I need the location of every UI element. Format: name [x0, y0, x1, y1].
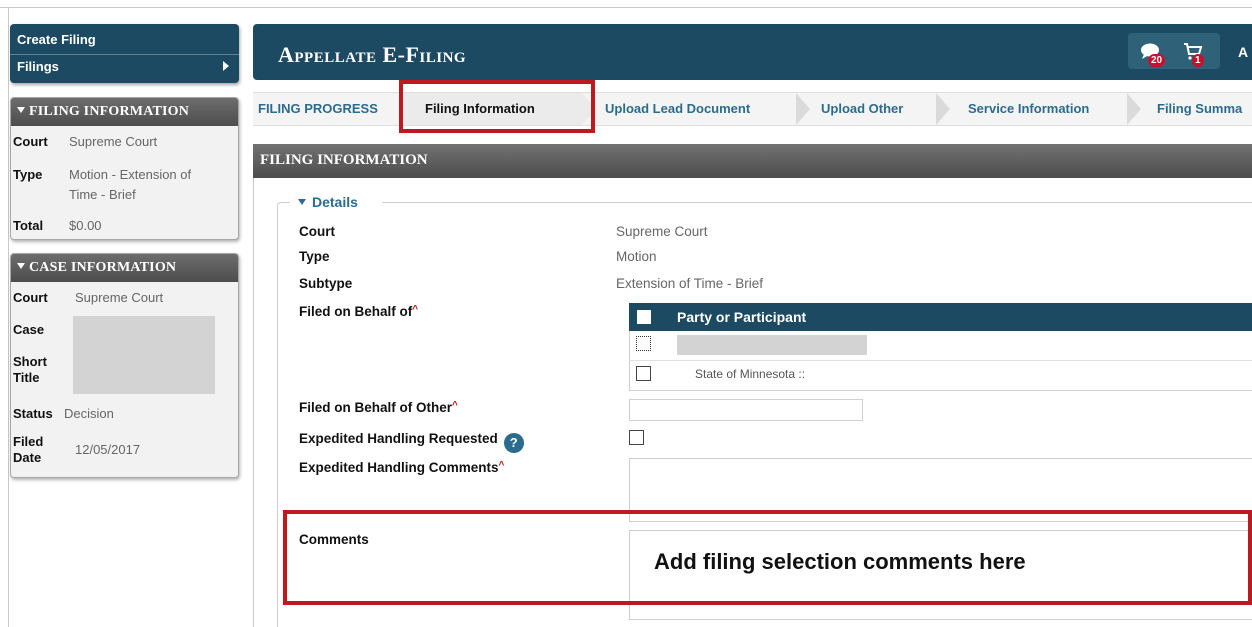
- expedited-handling-checkbox[interactable]: [629, 430, 644, 445]
- filed-date-key-line2: Date: [13, 450, 42, 465]
- subtype-value: Extension of Time - Brief: [616, 276, 764, 291]
- section-title: FILING INFORMATION: [260, 152, 428, 168]
- select-all-parties-checkbox[interactable]: [637, 310, 651, 324]
- highlight-box-current-step: [399, 80, 595, 133]
- collapse-triangle-icon: [298, 199, 306, 205]
- filing-type-key: Type: [13, 167, 43, 182]
- filed-date-value: 12/05/2017: [75, 442, 141, 457]
- filings-link[interactable]: Filings: [17, 59, 59, 74]
- details-toggle[interactable]: Details: [298, 194, 358, 210]
- case-info-panel-header[interactable]: CASE INFORMATION: [11, 254, 238, 282]
- case-court-value: Supreme Court: [75, 290, 164, 305]
- expedited-comments-label: Expedited Handling Comments^: [299, 460, 504, 475]
- expedited-comments-label-text: Expedited Handling Comments: [299, 460, 499, 475]
- cart-count-badge: 1: [1192, 54, 1204, 67]
- subtype-label: Subtype: [299, 276, 353, 291]
- step-filing-summary[interactable]: Filing Summa: [1157, 101, 1242, 116]
- short-title-key-line2: Title: [13, 370, 40, 385]
- main-nav: Create Filing Filings: [10, 24, 239, 83]
- highlight-box-comments: [283, 510, 1252, 605]
- messages-count-badge: 20: [1148, 54, 1166, 67]
- party-row-2-checkbox[interactable]: [636, 366, 651, 381]
- filed-on-behalf-other-label-text: Filed on Behalf of Other: [299, 400, 453, 415]
- party-row-divider: [629, 360, 1252, 361]
- window-left-edge: [0, 8, 9, 627]
- filing-info-panel-header[interactable]: FILING INFORMATION: [11, 98, 238, 126]
- case-status-value: Decision: [64, 406, 114, 421]
- create-filing-link[interactable]: Create Filing: [17, 32, 96, 47]
- expedited-handling-label-text: Expedited Handling Requested: [299, 431, 498, 446]
- app-title-text: Appellate E-Filing: [278, 42, 467, 67]
- party-row-1-checkbox[interactable]: [636, 336, 651, 351]
- case-court-key: Court: [13, 290, 48, 305]
- step-separator-chevron: [936, 93, 950, 125]
- filed-on-behalf-other-label: Filed on Behalf of Other^: [299, 400, 458, 415]
- step-service-information[interactable]: Service Information: [968, 101, 1089, 116]
- collapse-triangle-icon: [17, 107, 25, 113]
- filing-progress-label: FILING PROGRESS: [258, 101, 378, 116]
- step-upload-other[interactable]: Upload Other: [821, 101, 903, 116]
- filed-date-key-line1: Filed: [13, 434, 44, 449]
- party-column-header: Party or Participant: [677, 309, 807, 325]
- court-value: Supreme Court: [616, 224, 708, 239]
- party-row-2-name: State of Minnesota ::: [695, 367, 806, 381]
- court-label: Court: [299, 224, 335, 239]
- filing-total-key: Total: [13, 218, 44, 233]
- step-separator-chevron: [796, 93, 810, 125]
- case-info-panel-title: CASE INFORMATION: [29, 260, 177, 275]
- type-value: Motion: [616, 249, 657, 264]
- type-label: Type: [299, 249, 330, 264]
- required-marker: ^: [498, 460, 505, 471]
- filed-on-behalf-other-input[interactable]: [629, 399, 863, 421]
- filing-total-value: $0.00: [69, 218, 102, 233]
- redacted-party-name: [677, 335, 867, 355]
- filed-on-behalf-label-text: Filed on Behalf of: [299, 304, 413, 319]
- filing-info-panel-title: FILING INFORMATION: [29, 104, 190, 119]
- nav-divider: [10, 54, 239, 55]
- help-icon[interactable]: ?: [503, 433, 524, 453]
- case-status-key: Status: [13, 406, 53, 421]
- expedited-handling-label: Expedited Handling Requested?: [299, 431, 524, 453]
- filing-type-value-line1: Motion - Extension of: [69, 167, 192, 182]
- filing-court-value: Supreme Court: [69, 134, 158, 149]
- step-separator-chevron: [1127, 93, 1141, 125]
- filing-type-value-line2: Time - Brief: [69, 187, 136, 202]
- case-number-key: Case: [13, 322, 45, 337]
- user-menu[interactable]: A: [1238, 44, 1248, 60]
- collapse-triangle-icon: [17, 263, 25, 269]
- step-upload-lead-document[interactable]: Upload Lead Document: [605, 101, 750, 116]
- short-title-key-line1: Short: [13, 354, 47, 369]
- filing-court-key: Court: [13, 134, 48, 149]
- required-marker: ^: [452, 400, 458, 411]
- required-marker: ^: [412, 304, 419, 315]
- window-top-edge: [0, 0, 1252, 8]
- chevron-right-icon[interactable]: [223, 61, 229, 71]
- redacted-case-details: [73, 316, 215, 394]
- app-title: Appellate E-Filing: [278, 42, 466, 68]
- details-legend-label: Details: [312, 194, 358, 210]
- filed-on-behalf-label: Filed on Behalf of^: [299, 304, 418, 319]
